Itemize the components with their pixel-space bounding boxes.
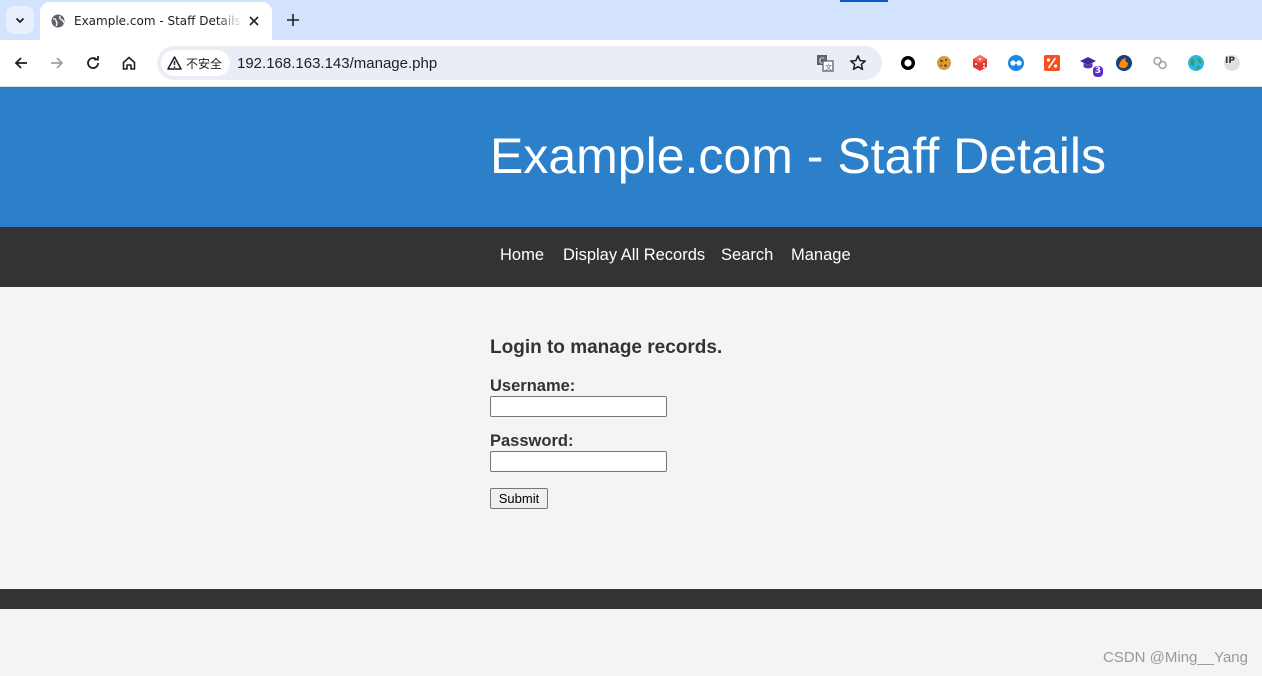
translate-icon[interactable]: G文: [815, 53, 835, 73]
tab-strip: Example.com - Staff Details - Mozilla...: [0, 0, 1262, 40]
arrow-left-icon: [14, 57, 27, 69]
chevron-down-icon: [15, 17, 25, 24]
tab-search-button[interactable]: [6, 6, 34, 34]
percent-extension-icon[interactable]: [1042, 53, 1062, 73]
home-icon: [122, 56, 136, 70]
ip-extension-text: IP: [1225, 56, 1235, 66]
globe-icon: [50, 13, 66, 29]
dice-extension-icon[interactable]: [970, 53, 990, 73]
nav-link-manage[interactable]: Manage: [791, 246, 851, 265]
new-tab-button[interactable]: [282, 9, 304, 31]
star-icon[interactable]: [848, 53, 868, 73]
back-button[interactable]: [8, 50, 34, 76]
nav-link-display-all-records[interactable]: Display All Records: [563, 246, 705, 265]
firefox-extension-icon[interactable]: [1114, 53, 1134, 73]
reload-icon: [87, 56, 99, 69]
submit-button[interactable]: Submit: [490, 488, 548, 509]
username-label: Username:: [490, 377, 576, 395]
plus-icon: [287, 14, 299, 26]
address-bar[interactable]: 不安全 192.168.163.143/manage.php G文: [157, 46, 882, 80]
active-tab[interactable]: Example.com - Staff Details - Mozilla...: [40, 2, 272, 40]
cookie-extension-icon[interactable]: [934, 53, 954, 73]
site-footer: [0, 589, 1262, 609]
site-header: Example.com - Staff Details: [0, 87, 1262, 227]
warning-icon: [167, 56, 182, 70]
forward-button[interactable]: [44, 50, 70, 76]
reload-button[interactable]: [80, 50, 106, 76]
security-chip[interactable]: 不安全: [161, 50, 231, 76]
watermark: CSDN @Ming__Yang: [1102, 649, 1248, 666]
svg-text:文: 文: [825, 63, 832, 72]
home-button[interactable]: [116, 50, 142, 76]
graduation-extension-icon[interactable]: 3: [1078, 53, 1103, 77]
username-input[interactable]: [490, 396, 667, 417]
site-nav: Home Display All Records Search Manage: [0, 227, 1262, 287]
site-title: Example.com - Staff Details: [490, 128, 1106, 184]
browser-toolbar: 不安全 192.168.163.143/manage.php G文 3 IP: [0, 40, 1262, 87]
extension-badge: 3: [1092, 66, 1103, 77]
close-icon[interactable]: [246, 13, 262, 29]
circle-extension-icon[interactable]: [898, 53, 918, 73]
tab-accent-bar: [840, 0, 888, 2]
glasses-extension-icon[interactable]: [1006, 53, 1026, 73]
ip-extension-icon[interactable]: IP: [1222, 53, 1242, 73]
security-label: 不安全: [186, 56, 223, 71]
login-heading: Login to manage records.: [490, 337, 723, 358]
password-label: Password:: [490, 432, 574, 450]
nav-link-search[interactable]: Search: [721, 246, 773, 265]
earth-extension-icon[interactable]: [1186, 53, 1206, 73]
tab-title: Example.com - Staff Details - Mozilla...: [74, 14, 242, 28]
link-extension-icon[interactable]: [1150, 53, 1170, 73]
arrow-right-icon: [51, 57, 64, 69]
password-input[interactable]: [490, 451, 667, 472]
url-text[interactable]: 192.168.163.143/manage.php: [237, 55, 437, 72]
nav-link-home[interactable]: Home: [500, 246, 544, 265]
